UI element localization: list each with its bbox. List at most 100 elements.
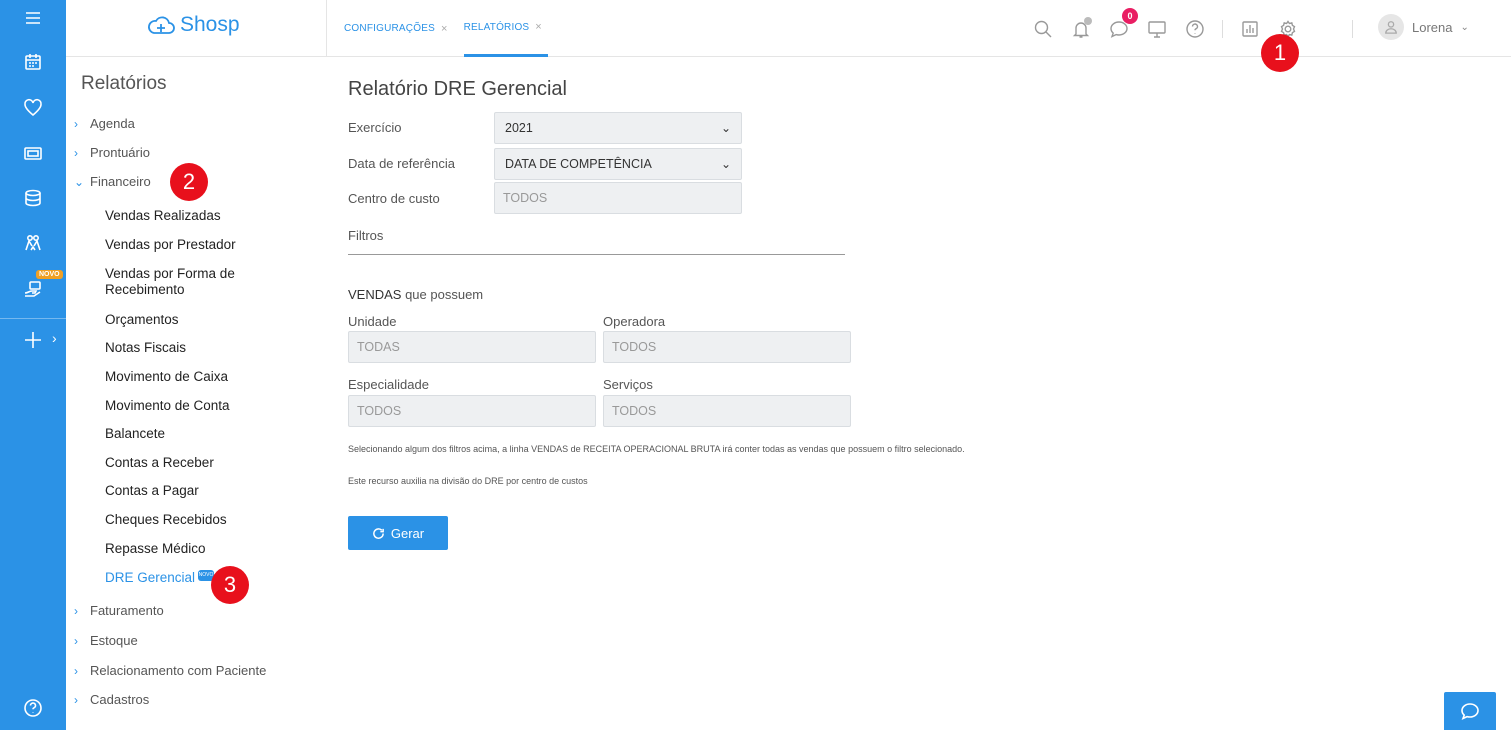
unidade-field[interactable]: TODAS <box>348 331 596 363</box>
menu-group-agenda[interactable]: › Agenda <box>74 116 135 131</box>
plus-icon[interactable] <box>19 326 47 354</box>
chevron-down-icon: ⌄ <box>720 157 731 171</box>
novo-badge: NOVO <box>36 270 63 279</box>
menu-group-label: Cadastros <box>90 692 150 707</box>
user-menu[interactable]: Lorena ⌄ <box>1378 14 1469 40</box>
step-marker-1: 1 <box>1261 34 1299 72</box>
menu-item-contas-a-pagar[interactable]: Contas a Pagar <box>105 483 199 499</box>
menu-group-label: Prontuário <box>90 145 150 160</box>
hand-card-icon[interactable] <box>19 275 47 303</box>
chevron-down-icon: ⌄ <box>74 174 85 189</box>
chevron-right-icon: › <box>74 116 78 131</box>
filtros-label: Filtros <box>348 228 384 243</box>
chevron-down-icon: ⌄ <box>720 121 731 135</box>
icon-rail: NOVO › <box>0 0 66 730</box>
tab-close-icon[interactable]: × <box>441 23 448 35</box>
menu-item-balancete[interactable]: Balancete <box>105 426 165 442</box>
chat-icon[interactable]: 0 <box>1104 8 1138 44</box>
vendas-heading: VENDAS que possuem <box>348 287 483 302</box>
side-menu-title: Relatórios <box>81 73 167 94</box>
vendas-heading-bold: VENDAS <box>348 287 402 302</box>
logo-divider <box>326 0 327 57</box>
menu-group-label: Financeiro <box>90 174 151 189</box>
rail-expand-chevron-icon[interactable]: › <box>52 330 57 346</box>
bell-icon[interactable] <box>1066 14 1096 44</box>
menu-item-cheques-recebidos[interactable]: Cheques Recebidos <box>105 512 227 528</box>
chevron-right-icon: › <box>74 603 78 618</box>
menu-item-vendas-por-forma-de-recebimento[interactable]: Vendas por Forma de Recebimento <box>105 266 235 298</box>
menu-group-estoque[interactable]: › Estoque <box>74 633 138 648</box>
tab-bar: CONFIGURAÇÕES × RELATÓRIOS × <box>344 0 558 57</box>
especialidade-field[interactable]: TODOS <box>348 395 596 427</box>
header-divider <box>1352 20 1353 38</box>
tab-close-icon[interactable]: × <box>535 21 542 33</box>
centro-custo-label: Centro de custo <box>348 191 440 206</box>
data-referencia-label: Data de referência <box>348 156 455 171</box>
app-root: NOVO › Shosp CONFIGURAÇÕES × RELATÓRIOS … <box>0 0 1511 730</box>
menu-group-relacionamento-com-paciente[interactable]: › Relacionamento com Paciente <box>74 663 266 678</box>
chevron-right-icon: › <box>74 633 78 648</box>
exercicio-select[interactable]: 2021 ⌄ <box>494 112 742 144</box>
monitor-icon[interactable] <box>1142 14 1172 44</box>
menu-item-repasse-medico[interactable]: Repasse Médico <box>105 541 206 557</box>
gerar-button[interactable]: Gerar <box>348 516 448 550</box>
reports-side-menu: Relatórios › Agenda › Prontuário ⌄ Finan… <box>66 57 328 730</box>
vendas-heading-rest: que possuem <box>401 287 484 302</box>
menu-icon[interactable] <box>19 4 47 32</box>
chat-bubble-icon <box>1461 703 1479 721</box>
menu-item-vendas-realizadas[interactable]: Vendas Realizadas <box>105 208 221 224</box>
menu-group-label: Relacionamento com Paciente <box>90 663 267 678</box>
menu-item-movimento-de-caixa[interactable]: Movimento de Caixa <box>105 369 228 385</box>
cloud-logo-icon <box>148 16 175 34</box>
people-icon[interactable] <box>19 229 47 257</box>
menu-group-cadastros[interactable]: › Cadastros <box>74 692 149 707</box>
menu-group-label: Estoque <box>90 633 138 648</box>
centro-custo-field[interactable]: TODOS <box>494 182 742 214</box>
menu-item-contas-a-receber[interactable]: Contas a Receber <box>105 455 214 471</box>
chevron-right-icon: › <box>74 663 78 678</box>
gerar-button-label: Gerar <box>390 525 425 541</box>
filter-help-note: Selecionando algum dos filtros acima, a … <box>348 444 965 454</box>
database-icon[interactable] <box>19 184 47 212</box>
menu-item-notas-fiscais[interactable]: Notas Fiscais <box>105 340 186 356</box>
filtros-divider <box>348 254 845 255</box>
header-divider <box>1222 20 1223 38</box>
menu-group-label: Agenda <box>90 116 135 131</box>
tab-label: RELATÓRIOS <box>463 21 530 33</box>
tab-label: CONFIGURAÇÕES <box>344 23 435 34</box>
money-icon[interactable] <box>19 139 47 167</box>
chevron-down-icon: ⌄ <box>1460 21 1469 33</box>
help-icon[interactable] <box>19 694 47 722</box>
logo-text: Shosp <box>180 13 240 36</box>
chat-support-button[interactable] <box>1444 692 1496 730</box>
menu-item-movimento-de-conta[interactable]: Movimento de Conta <box>105 398 230 414</box>
shosp-logo[interactable]: Shosp <box>146 12 240 38</box>
reports-icon[interactable] <box>1235 14 1265 44</box>
tab-relatorios[interactable]: RELATÓRIOS × <box>463 0 548 57</box>
tab-configuracoes[interactable]: CONFIGURAÇÕES × <box>344 0 454 57</box>
help-icon[interactable] <box>1180 14 1210 44</box>
calendar-icon[interactable] <box>19 48 47 76</box>
select-value: DATA DE COMPETÊNCIA <box>505 157 652 171</box>
menu-group-prontuario[interactable]: › Prontuário <box>74 145 150 160</box>
menu-group-label: Faturamento <box>90 603 164 618</box>
chevron-right-icon: › <box>74 145 78 160</box>
cost-center-note: Este recurso auxilia na divisão do DRE p… <box>348 476 588 486</box>
heart-icon[interactable] <box>19 94 47 122</box>
menu-item-dre-gerencial[interactable]: DRE Gerencial NOVO <box>105 570 215 586</box>
rail-divider <box>0 318 66 319</box>
notification-dot <box>1084 17 1092 25</box>
messages-badge: 0 <box>1122 8 1138 24</box>
data-referencia-select[interactable]: DATA DE COMPETÊNCIA ⌄ <box>494 148 742 180</box>
operadora-field[interactable]: TODOS <box>603 331 851 363</box>
unidade-label: Unidade <box>348 314 397 329</box>
servicos-label: Serviços <box>603 377 653 392</box>
menu-group-faturamento[interactable]: › Faturamento <box>74 603 164 618</box>
menu-item-vendas-por-prestador[interactable]: Vendas por Prestador <box>105 237 236 253</box>
search-icon[interactable] <box>1028 14 1058 44</box>
menu-group-financeiro[interactable]: ⌄ Financeiro <box>74 174 151 189</box>
menu-item-orcamentos[interactable]: Orçamentos <box>105 312 179 328</box>
servicos-field[interactable]: TODOS <box>603 395 851 427</box>
menu-item-label: DRE Gerencial <box>105 570 196 585</box>
exercicio-label: Exercício <box>348 120 402 135</box>
